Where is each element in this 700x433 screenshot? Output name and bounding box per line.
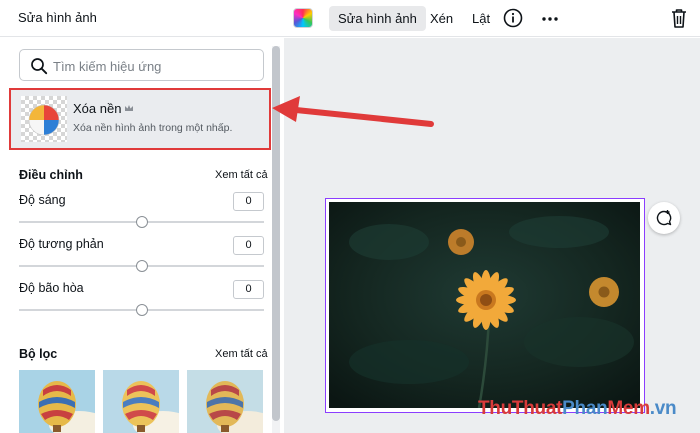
- watermark-part: Mem: [607, 398, 650, 419]
- contrast-label: Độ tương phản: [19, 237, 104, 251]
- crown-icon: [125, 105, 133, 111]
- flip-button[interactable]: Lật: [463, 6, 499, 31]
- balloon-filter-preview: [103, 370, 179, 433]
- site-watermark: ThuThuatPhanMem.vn: [478, 398, 677, 420]
- effect-search-box[interactable]: [19, 49, 264, 81]
- watermark-part: Thuat: [511, 398, 563, 419]
- saturation-slider-thumb[interactable]: [136, 304, 148, 316]
- edit-image-panel: Xóa nền Xóa nền hình ảnh trong một nhấp.…: [0, 38, 284, 433]
- effect-name: Xóa nền: [73, 101, 122, 116]
- more-icon[interactable]: [540, 9, 560, 29]
- watermark-part: .vn: [649, 398, 677, 419]
- add-comment-button[interactable]: [648, 202, 680, 234]
- saturation-value[interactable]: 0: [233, 280, 264, 299]
- filters-see-all-link[interactable]: Xem tất cả: [215, 348, 268, 360]
- add-comment-icon: [656, 210, 672, 226]
- color-picker-icon[interactable]: [293, 8, 313, 28]
- filter-preview-2[interactable]: [103, 370, 179, 433]
- annotation-arrow-icon: [272, 96, 434, 127]
- selected-image[interactable]: [325, 198, 645, 413]
- crop-button[interactable]: Xén: [421, 6, 462, 31]
- saturation-label: Độ bão hòa: [19, 281, 84, 295]
- top-toolbar: Sửa hình ảnh Sửa hình ảnh Xén Lật: [0, 0, 700, 37]
- flower-photo: [329, 202, 641, 409]
- effect-description: Xóa nền hình ảnh trong một nhấp.: [73, 122, 233, 134]
- brightness-slider-thumb[interactable]: [136, 216, 148, 228]
- adjust-see-all-link[interactable]: Xem tất cả: [215, 169, 268, 181]
- beach-ball-icon: [28, 104, 60, 136]
- balloon-filter-preview: [187, 370, 263, 433]
- balloon-filter-preview: [19, 370, 95, 433]
- search-input[interactable]: [53, 56, 253, 76]
- contrast-slider-thumb[interactable]: [136, 260, 148, 272]
- panel-title: Sửa hình ảnh: [18, 10, 97, 25]
- background-remover-effect[interactable]: Xóa nền Xóa nền hình ảnh trong một nhấp.: [9, 88, 271, 150]
- filter-preview-3[interactable]: [187, 370, 263, 433]
- filters-section-title: Bộ lọc: [19, 347, 58, 361]
- contrast-value[interactable]: 0: [233, 236, 264, 255]
- edit-image-button[interactable]: Sửa hình ảnh: [329, 6, 426, 31]
- background-remover-thumbnail: [21, 96, 67, 142]
- search-icon: [31, 58, 48, 75]
- adjust-section-title: Điều chỉnh: [19, 168, 83, 182]
- trash-icon[interactable]: [669, 7, 689, 29]
- brightness-value[interactable]: 0: [233, 192, 264, 211]
- info-icon[interactable]: [503, 8, 523, 28]
- brightness-label: Độ sáng: [19, 193, 66, 207]
- watermark-part: Phan: [562, 398, 608, 419]
- filter-preview-1[interactable]: [19, 370, 95, 433]
- watermark-part: Thu: [478, 398, 512, 419]
